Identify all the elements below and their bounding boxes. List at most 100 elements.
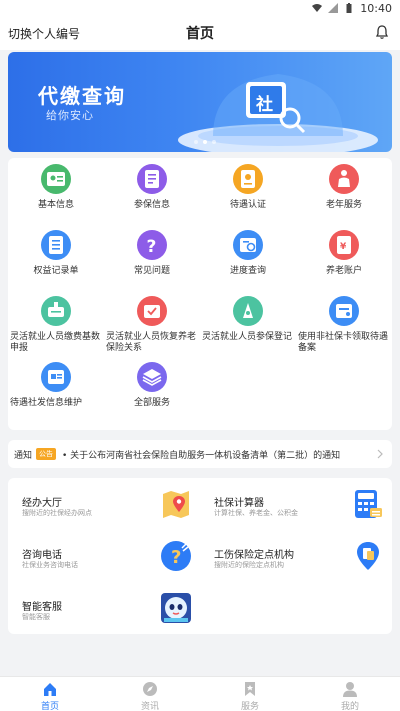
banner-dot[interactable]	[203, 140, 207, 144]
grid-item[interactable]: 灵活就业人员参保登记	[200, 296, 296, 343]
banner-title: 代缴查询	[38, 84, 126, 108]
grid-item[interactable]: 基本信息	[8, 164, 104, 211]
services-panel: 经办大厅 搜附近的社保经办网点 社保计算器 计算社保、养老金、公积金 咨询电话 …	[8, 478, 392, 634]
grid-item-label: 养老账户	[325, 266, 362, 276]
grid-item[interactable]: 待遇社发信息维护	[8, 362, 104, 409]
banner-dot[interactable]	[212, 140, 216, 144]
grid-item-label: 常见问题	[133, 266, 170, 276]
social-security-calculator[interactable]: 社保计算器 计算社保、养老金、公积金	[200, 478, 390, 526]
grid-item-label: 灵活就业人员参保登记	[202, 332, 293, 342]
service-subtitle: 计算社保、养老金、公积金	[214, 509, 298, 517]
wifi-icon	[312, 4, 323, 12]
service-title: 咨询电话	[22, 550, 62, 561]
switch-id-button[interactable]: 切换个人编号	[8, 25, 80, 42]
layers-icon	[137, 362, 167, 392]
grid-item-label: 权益记录单	[33, 266, 79, 276]
grid-item[interactable]: ? 常见问题	[104, 230, 200, 277]
service-subtitle: 智能客服	[22, 613, 50, 621]
smart-customer-service[interactable]: 智能客服 智能客服	[8, 582, 198, 630]
grid-item-label: 进度查询	[229, 266, 266, 276]
tab-label: 服务	[240, 702, 259, 711]
banner-pagination	[194, 140, 216, 144]
user-icon	[343, 682, 357, 697]
bell-icon[interactable]	[374, 24, 390, 40]
tab-label: 我的	[340, 702, 359, 711]
grid-item[interactable]: 参保信息	[104, 164, 200, 211]
card-icon	[329, 296, 359, 326]
insurance-doc-icon	[137, 164, 167, 194]
grid-item-label: 待遇社发信息维护	[10, 398, 83, 408]
question-icon: ?	[137, 230, 167, 260]
notice-label: 通知	[14, 450, 33, 461]
pension-account-icon: ¥	[329, 230, 359, 260]
grid-item[interactable]: 灵活就业人员恢复养老保险关系	[104, 296, 200, 354]
service-title: 智能客服	[22, 602, 62, 613]
tab-user[interactable]: 我的	[300, 677, 400, 711]
svg-text:¥: ¥	[340, 242, 347, 252]
svg-text:?: ?	[147, 237, 157, 257]
tab-bookmark[interactable]: 服务	[200, 677, 300, 711]
consult-phone[interactable]: 咨询电话 社保业务咨询电话 ?	[8, 530, 198, 578]
grid-item-label: 老年服务	[325, 200, 362, 210]
register-icon	[233, 296, 263, 326]
grid-item[interactable]: 进度查询	[200, 230, 296, 277]
grid-item[interactable]: 灵活就业人员缴费基数申报	[8, 296, 104, 354]
service-subtitle: 社保业务咨询电话	[22, 561, 78, 569]
restore-icon	[137, 296, 167, 326]
tab-home[interactable]: 首页	[0, 677, 100, 711]
banner-dot[interactable]	[194, 140, 198, 144]
status-bar: 10:40	[0, 0, 400, 16]
map-pin-icon	[163, 491, 189, 518]
banner-logo-text: 社	[256, 95, 273, 115]
tab-label: 首页	[40, 702, 59, 711]
grid-item[interactable]: 全部服务	[104, 362, 200, 409]
grid-item-label: 全部服务	[133, 398, 170, 408]
app-header: 切换个人编号 首页	[0, 16, 400, 50]
home-icon	[44, 683, 56, 696]
compass-icon	[143, 682, 157, 696]
certify-icon	[233, 164, 263, 194]
service-subtitle: 搜附近的保险定点机构	[214, 561, 284, 569]
work-injury-institution[interactable]: 工伤保险定点机构 搜附近的保险定点机构	[200, 530, 390, 578]
service-subtitle: 搜附近的社保经办网点	[22, 509, 92, 517]
grid-item-label: 使用非社保卡领取待遇备案	[298, 332, 389, 353]
notice-badge: 公告	[36, 448, 57, 460]
grid-item-label: 基本信息	[37, 200, 74, 210]
progress-icon	[233, 230, 263, 260]
robot-icon	[161, 593, 191, 623]
declare-icon	[41, 296, 71, 326]
service-title: 经办大厅	[22, 498, 62, 509]
signal-icon	[328, 3, 339, 13]
grid-item[interactable]: 权益记录单	[8, 230, 104, 277]
banner-subtitle: 给你安心	[46, 109, 94, 122]
maintain-icon	[41, 362, 71, 392]
service-grid: 基本信息 参保信息 待遇认证 老年服务 权益记录单? 常见问题 进度查询 ¥ 养老账户 灵活就业人…	[8, 158, 392, 430]
grid-item[interactable]: 使用非社保卡领取待遇备案	[296, 296, 392, 354]
service-title: 工伤保险定点机构	[214, 550, 294, 561]
promo-banner[interactable]: 社 代缴查询 给你安心	[8, 52, 392, 152]
calculator-icon	[355, 490, 382, 518]
grid-item-label: 待遇认证	[229, 200, 266, 210]
id-card-icon	[41, 164, 71, 194]
status-time: 10:40	[360, 1, 392, 15]
phone-icon: ?	[161, 541, 191, 571]
service-hall[interactable]: 经办大厅 搜附近的社保经办网点	[8, 478, 198, 526]
grid-item[interactable]: 待遇认证	[200, 164, 296, 211]
elderly-icon	[329, 164, 359, 194]
svg-text:?: ?	[171, 547, 181, 568]
battery-icon	[346, 3, 352, 13]
bookmark-icon	[245, 682, 255, 696]
grid-item[interactable]: 老年服务	[296, 164, 392, 211]
grid-item[interactable]: ¥ 养老账户	[296, 230, 392, 277]
tab-label: 资讯	[140, 702, 159, 711]
institution-icon	[357, 542, 379, 570]
grid-item-label: 灵活就业人员恢复养老保险关系	[106, 332, 197, 353]
notice-bar[interactable]: 通知 公告 • 关于公布河南省社会保险自助服务一体机设备清单（第二批）的通知	[8, 440, 392, 468]
grid-item-label: 参保信息	[133, 200, 170, 210]
service-title: 社保计算器	[214, 498, 264, 509]
tab-compass[interactable]: 资讯	[100, 677, 200, 711]
record-icon	[41, 230, 71, 260]
chevron-right-icon	[377, 449, 383, 459]
bottom-tab-bar: 首页 资讯 服务 我的	[0, 676, 400, 711]
notice-text[interactable]: • 关于公布河南省社会保险自助服务一体机设备清单（第二批）的通知	[62, 448, 372, 461]
